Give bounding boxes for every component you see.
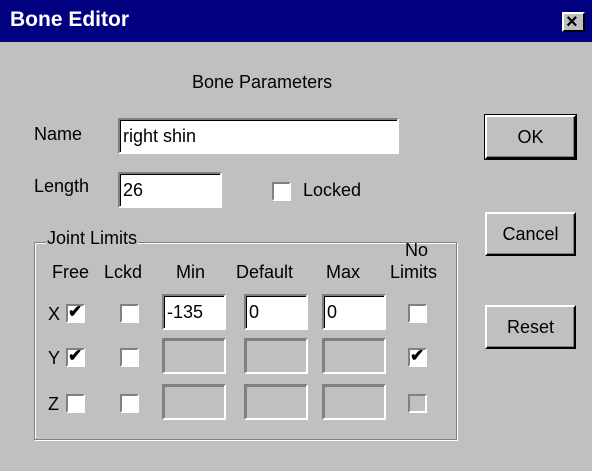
checkmark-icon: ✔ <box>68 302 83 321</box>
x-lckd-checkbox[interactable] <box>120 304 139 323</box>
x-default-field[interactable]: 0 <box>244 294 308 330</box>
header-min: Min <box>176 262 206 282</box>
z-min-field[interactable] <box>162 384 226 420</box>
section-title: Bone Parameters <box>192 72 333 92</box>
joint-limits-title: Joint Limits <box>46 228 139 249</box>
z-no-limits-checkbox[interactable] <box>408 394 427 413</box>
header-max: Max <box>326 262 361 282</box>
name-label: Name <box>34 124 83 144</box>
x-free-checkbox[interactable]: ✔ <box>66 302 85 323</box>
header-default: Default <box>236 262 294 282</box>
z-max-field[interactable] <box>322 384 386 420</box>
length-field[interactable]: 26 <box>118 172 222 208</box>
y-lckd-checkbox[interactable] <box>120 348 139 367</box>
z-free-checkbox[interactable] <box>66 394 85 413</box>
x-no-limits-checkbox[interactable] <box>408 304 427 323</box>
x-max-field[interactable]: 0 <box>322 294 386 330</box>
close-icon: × <box>566 11 578 33</box>
z-lckd-checkbox[interactable] <box>120 394 139 413</box>
checkmark-icon: ✔ <box>410 346 425 365</box>
row-axis-y: Y <box>48 348 61 368</box>
title-bar[interactable]: Bone Editor × <box>0 0 592 42</box>
reset-button[interactable]: Reset <box>485 305 576 349</box>
y-max-field[interactable] <box>322 338 386 374</box>
length-label: Length <box>34 176 90 196</box>
locked-label: Locked <box>303 180 362 200</box>
bone-editor-window: Bone Editor × Bone Parameters Name right… <box>0 0 592 471</box>
window-title: Bone Editor <box>10 8 129 31</box>
header-no-limits-line1: No <box>405 240 429 260</box>
x-min-field[interactable]: -135 <box>162 294 226 330</box>
header-free: Free <box>52 262 90 282</box>
ok-button[interactable]: OK <box>484 114 577 160</box>
y-no-limits-checkbox[interactable]: ✔ <box>408 346 427 367</box>
name-field[interactable]: right shin <box>118 118 399 154</box>
header-no-limits-line2: Limits <box>390 262 438 282</box>
checkmark-icon: ✔ <box>68 346 83 365</box>
locked-checkbox[interactable] <box>272 182 291 201</box>
y-min-field[interactable] <box>162 338 226 374</box>
header-lckd: Lckd <box>104 262 143 282</box>
y-free-checkbox[interactable]: ✔ <box>66 346 85 367</box>
row-axis-z: Z <box>48 394 59 414</box>
y-default-field[interactable] <box>244 338 308 374</box>
cancel-button[interactable]: Cancel <box>485 212 576 256</box>
row-axis-x: X <box>48 304 61 324</box>
z-default-field[interactable] <box>244 384 308 420</box>
close-button[interactable]: × <box>562 11 585 33</box>
